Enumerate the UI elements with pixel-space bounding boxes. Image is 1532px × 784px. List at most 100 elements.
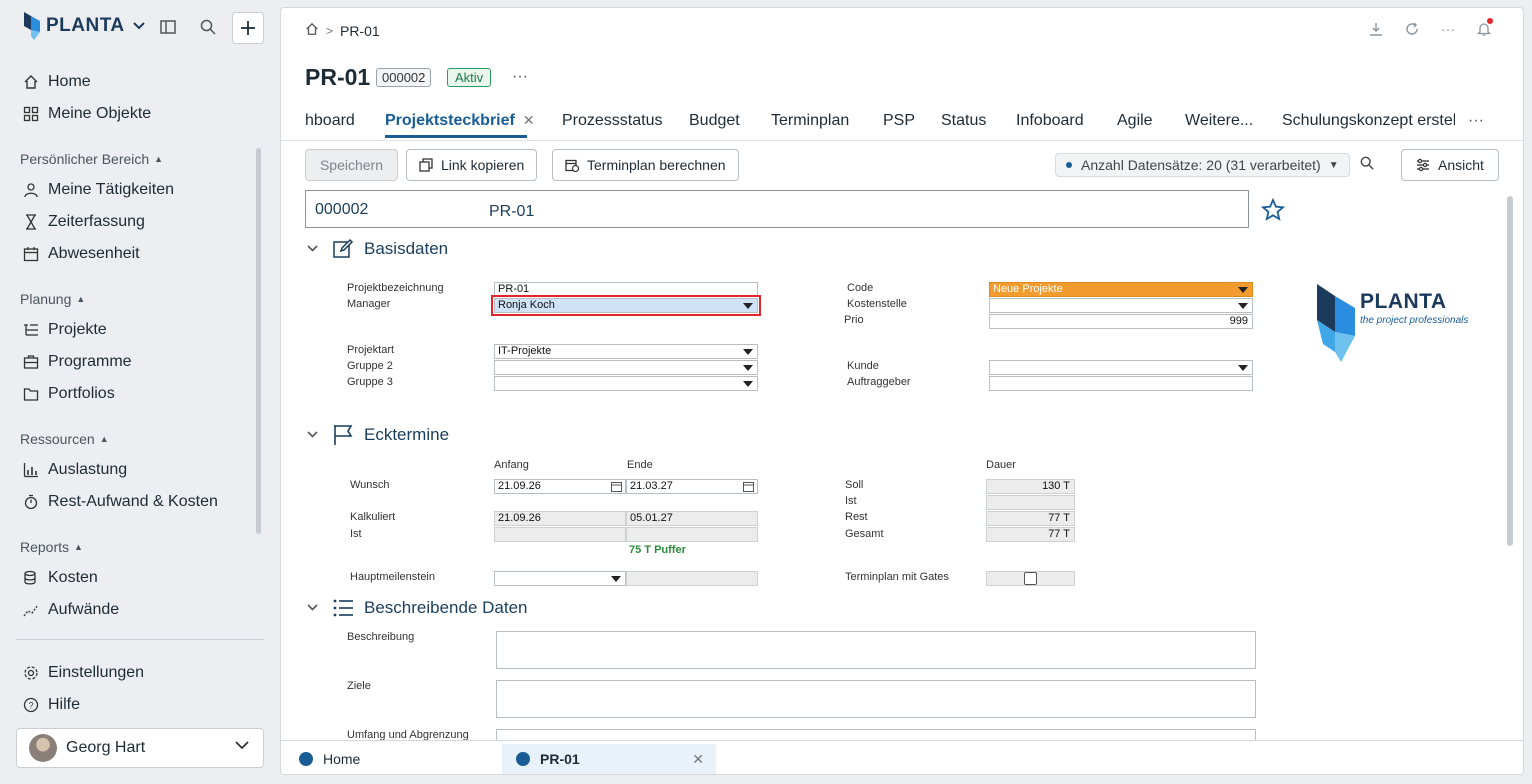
nav-rest-effort[interactable]: Rest-Aufwand & Kosten [22,490,218,514]
nav-my-objects-label: Meine Objekte [48,105,152,122]
refresh-icon[interactable] [1403,20,1421,38]
nav-time-tracking[interactable]: Zeiterfassung [22,210,145,234]
projektart-dropdown[interactable]: IT-Projekte [494,344,758,359]
tab-agile[interactable]: Agile [1117,112,1153,130]
nav-costs[interactable]: Kosten [22,566,98,590]
user-menu[interactable]: Georg Hart [16,728,264,768]
content-scrollbar[interactable] [1507,196,1513,546]
calendar-icon[interactable] [743,481,754,493]
bottom-tab-pr01[interactable]: PR-01 ✕ [502,744,716,774]
prio-input[interactable]: 999 [989,314,1253,329]
wunsch-ende-input[interactable]: 21.03.27 [626,479,758,494]
gruppe3-dropdown[interactable] [494,376,758,391]
more-icon[interactable]: ··· [512,68,528,86]
edit-icon [332,238,354,260]
nav-rest-effort-label: Rest-Aufwand & Kosten [48,493,218,510]
view-button[interactable]: Ansicht [1401,149,1499,181]
buffer-label: 75 T Puffer [629,544,686,556]
tab-weitere[interactable]: Weitere... [1185,112,1253,130]
tab-infoboard[interactable]: Infoboard [1016,112,1084,130]
wunsch-anfang-input[interactable]: 21.09.26 [494,479,626,494]
tab-schulungskonzept[interactable]: Schulungskonzept erstellen [1282,112,1455,130]
brand-switcher[interactable]: PLANTA [22,12,145,40]
nav-utilization[interactable]: Auslastung [22,458,127,482]
download-icon[interactable] [1367,20,1385,38]
nav-home[interactable]: Home [22,70,91,94]
section-label: Ressourcen [20,431,95,447]
page-title: PR-01 [305,64,371,90]
column-label: Anfang [494,459,529,471]
hauptmeilenstein-dropdown[interactable] [494,571,626,586]
svg-text:?: ? [28,701,33,711]
close-icon[interactable]: ✕ [692,751,704,768]
copy-link-label: Link kopieren [441,157,525,173]
tabs-overflow-icon[interactable]: ··· [1468,112,1484,130]
auftraggeber-input[interactable] [989,376,1253,391]
nav-section-personal[interactable]: Persönlicher Bereich ▲ [20,151,163,167]
gates-checkbox[interactable] [1024,572,1037,585]
tab-status[interactable]: Status [941,112,986,130]
kunde-dropdown[interactable] [989,360,1253,375]
nav-efforts[interactable]: Aufwände [22,598,119,622]
calendar-icon[interactable] [611,481,622,493]
nav-my-objects[interactable]: Meine Objekte [22,102,151,126]
nav-section-reports[interactable]: Reports ▲ [20,539,83,555]
record-header-box: 000002 PR-01 [305,190,1249,228]
view-label: Ansicht [1438,157,1484,173]
row-label: Gesamt [845,528,884,540]
notification-dot [1487,18,1493,24]
chevron-down-icon [307,243,318,255]
nav-absence[interactable]: Abwesenheit [22,242,140,266]
tab-dashboard[interactable]: hboard [305,112,355,130]
section-basisdaten[interactable]: Basisdaten [307,238,448,260]
home-icon[interactable] [305,22,319,39]
status-badge: Aktiv [447,68,492,87]
tab-prozessstatus[interactable]: Prozessstatus [562,112,662,130]
chevron-down-icon: ▼ [1328,159,1339,171]
ziele-textarea[interactable] [496,680,1256,718]
section-title: Beschreibende Daten [364,598,528,617]
dropdown-arrow-icon [611,576,621,582]
field-label: Projektart [347,344,395,356]
nav-section-resources[interactable]: Ressourcen ▲ [20,431,109,447]
create-new-button[interactable] [232,12,264,44]
beschreibung-textarea[interactable] [496,631,1256,669]
star-icon[interactable] [1260,197,1286,227]
search-icon[interactable] [198,17,218,37]
calculate-schedule-button[interactable]: Terminplan berechnen [552,149,739,181]
nav-programs[interactable]: Programme [22,350,132,374]
nav-section-planning[interactable]: Planung ▲ [20,291,85,307]
nav-projects[interactable]: Projekte [22,318,107,342]
tab-budget[interactable]: Budget [689,112,740,130]
plus-icon [241,21,255,35]
dropdown-arrow-icon [743,349,753,355]
kostenstelle-dropdown[interactable] [989,298,1253,313]
dataset-count-dropdown[interactable]: Anzahl Datensätze: 20 (31 verarbeitet) ▼ [1055,153,1350,177]
nav-help[interactable]: ? Hilfe [22,693,80,717]
sidebar-scrollbar[interactable] [256,148,261,534]
section-ecktermine[interactable]: Ecktermine [307,424,449,446]
section-beschreibende-daten[interactable]: Beschreibende Daten [307,597,528,619]
nav-programs-label: Programme [48,353,132,370]
tab-terminplan[interactable]: Terminplan [771,112,849,130]
search-icon[interactable] [1360,156,1374,175]
close-icon[interactable]: ✕ [523,112,535,128]
nav-my-activities[interactable]: Meine Tätigkeiten [22,178,174,202]
nav-portfolios[interactable]: Portfolios [22,382,115,406]
code-dropdown[interactable]: Neue Projekte [989,282,1253,297]
more-icon[interactable]: ··· [1439,20,1457,38]
save-button[interactable]: Speichern [305,149,398,181]
gesamt-value: 77 T [986,527,1075,542]
tab-projektsteckbrief[interactable]: Projektsteckbrief ✕ [385,112,535,130]
status-dot [1066,162,1072,168]
copy-link-button[interactable]: Link kopieren [406,149,538,181]
bottom-tab-home[interactable]: Home [285,744,485,774]
bell-icon[interactable] [1475,18,1493,38]
tab-psp[interactable]: PSP [883,112,915,130]
umfang-textarea[interactable] [496,729,1256,740]
field-label: Code [847,282,874,294]
save-label: Speichern [319,157,384,173]
sidebar-toggle-icon[interactable] [158,17,178,37]
gruppe2-dropdown[interactable] [494,360,758,375]
nav-settings[interactable]: Einstellungen [22,661,144,685]
